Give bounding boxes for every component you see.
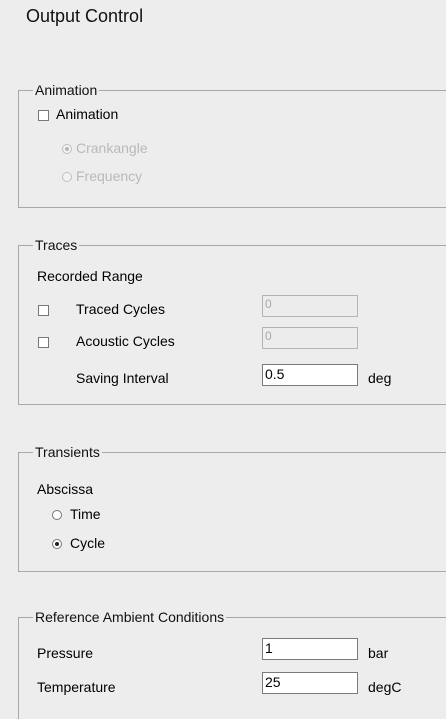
- frequency-radio[interactable]: [62, 172, 72, 182]
- animation-checkbox[interactable]: [38, 110, 49, 121]
- crankangle-radio-label[interactable]: Crankangle: [76, 140, 148, 156]
- radio-selected-dot: [65, 147, 69, 151]
- cycle-radio-label[interactable]: Cycle: [70, 535, 105, 551]
- recorded-range-label: Recorded Range: [37, 268, 143, 284]
- temperature-field[interactable]: 25: [262, 672, 358, 694]
- crankangle-radio[interactable]: [62, 144, 72, 154]
- reference-group-legend: Reference Ambient Conditions: [35, 609, 225, 625]
- temperature-label: Temperature: [37, 679, 116, 695]
- saving-interval-unit: deg: [368, 370, 392, 386]
- traces-group-legend: Traces: [35, 237, 78, 253]
- acoustic-cycles-checkbox[interactable]: [38, 337, 49, 348]
- traced-cycles-field[interactable]: 0: [262, 295, 358, 317]
- transients-group-legend: Transients: [35, 444, 100, 460]
- time-radio[interactable]: [52, 510, 62, 520]
- panel-title: Output Control: [26, 6, 144, 26]
- acoustic-cycles-label: Acoustic Cycles: [76, 333, 175, 349]
- pressure-field[interactable]: 1: [262, 638, 358, 660]
- traced-cycles-checkbox[interactable]: [38, 305, 49, 316]
- pressure-label: Pressure: [37, 645, 94, 661]
- temperature-unit: degC: [368, 679, 402, 695]
- animation-group-legend: Animation: [35, 82, 98, 98]
- saving-interval-field[interactable]: 0.5: [262, 364, 358, 386]
- radio-selected-dot: [55, 542, 59, 546]
- abscissa-label: Abscissa: [37, 481, 94, 497]
- reference-group: Reference Ambient Conditions: [18, 609, 446, 719]
- time-radio-label[interactable]: Time: [70, 506, 101, 522]
- frequency-radio-label[interactable]: Frequency: [76, 168, 142, 184]
- cycle-radio[interactable]: [52, 539, 62, 549]
- pressure-unit: bar: [368, 645, 389, 661]
- animation-checkbox-label[interactable]: Animation: [56, 106, 118, 122]
- traced-cycles-label: Traced Cycles: [76, 301, 165, 317]
- acoustic-cycles-field[interactable]: 0: [262, 327, 358, 349]
- saving-interval-label: Saving Interval: [76, 370, 169, 386]
